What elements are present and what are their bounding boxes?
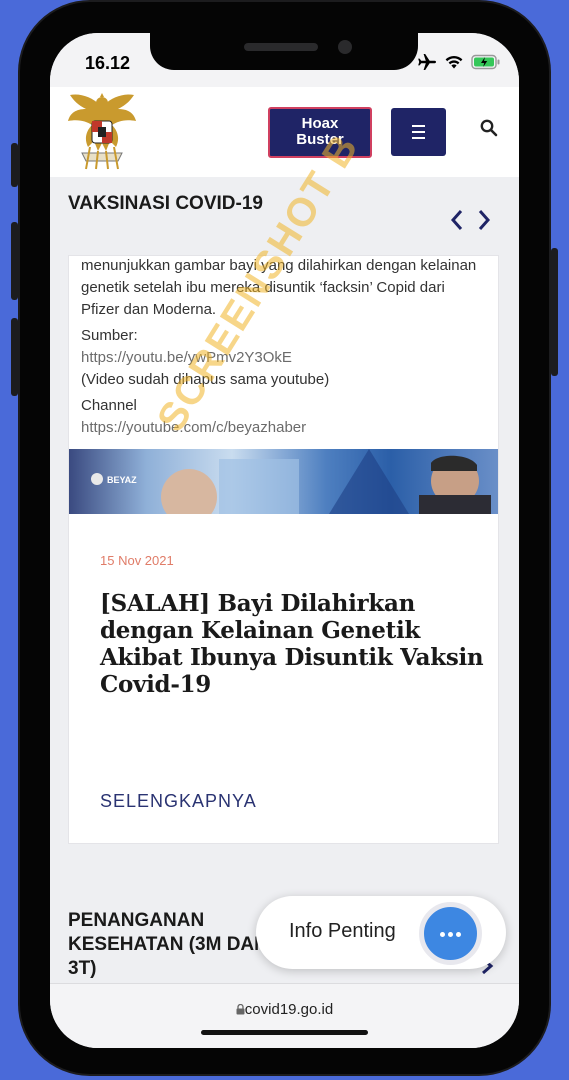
chat-button[interactable] [419,902,482,965]
chat-dots-icon [440,932,445,937]
source-label: Sumber: [81,327,138,344]
volume-down-button [11,318,18,396]
power-button [551,248,558,376]
info-penting-label: Info Penting [289,920,396,942]
chevron-right-icon[interactable] [477,209,491,231]
channel-link[interactable]: https://youtube.com/c/beyazhaber [81,417,486,439]
search-icon[interactable] [480,119,498,137]
section-title: VAKSINASI COVID-19 [68,193,263,214]
url-display[interactable]: covid19.go.id [50,1001,519,1018]
article-title[interactable]: [SALAH] Bayi Dilahirkan dengan Kelainan … [100,590,485,698]
lock-icon [236,1003,245,1015]
site-header: Hoax Buster [50,87,519,177]
article-card[interactable]: menunjukkan gambar bayi yang dilahirkan … [68,126,499,844]
notch [150,33,418,70]
source-note: (Video sudah dihapus sama youtube) [81,371,330,388]
article-image-graphic: BEYAZ [91,449,491,514]
read-more-link[interactable]: SELENGKAPNYA [100,791,257,812]
airplane-icon [418,54,436,70]
garuda-logo[interactable] [64,91,140,173]
carousel-arrows [450,209,491,231]
hamburger-menu-button[interactable] [391,108,446,156]
status-bar: 16.12 [50,33,519,87]
chevron-left-icon[interactable] [450,209,464,231]
silent-switch [11,143,18,187]
url-text: covid19.go.id [244,1001,334,1018]
wifi-icon [445,55,463,69]
home-indicator [201,1030,368,1035]
status-icons [417,51,501,73]
browser-url-bar[interactable]: covid19.go.id [50,983,519,1048]
image-channel-tag: BEYAZ [107,475,137,485]
source-link[interactable]: https://youtu.be/ywPmv2Y3OkE [81,347,486,369]
section2-title: PENANGANAN KESEHATAN (3M DAN 3T) [68,910,268,979]
channel-label: Channel [81,397,137,414]
status-time: 16.12 [85,53,131,73]
article-date: 15 Nov 2021 [100,553,174,568]
volume-up-button [11,222,18,300]
info-penting-fab[interactable]: Info Penting [256,896,506,969]
article-image[interactable]: BEYAZ [69,449,498,514]
phone-screen: 16.12 Hoax Buster VAKSINASI COVID-19 men… [50,33,519,1048]
battery-charging-icon [471,54,500,70]
